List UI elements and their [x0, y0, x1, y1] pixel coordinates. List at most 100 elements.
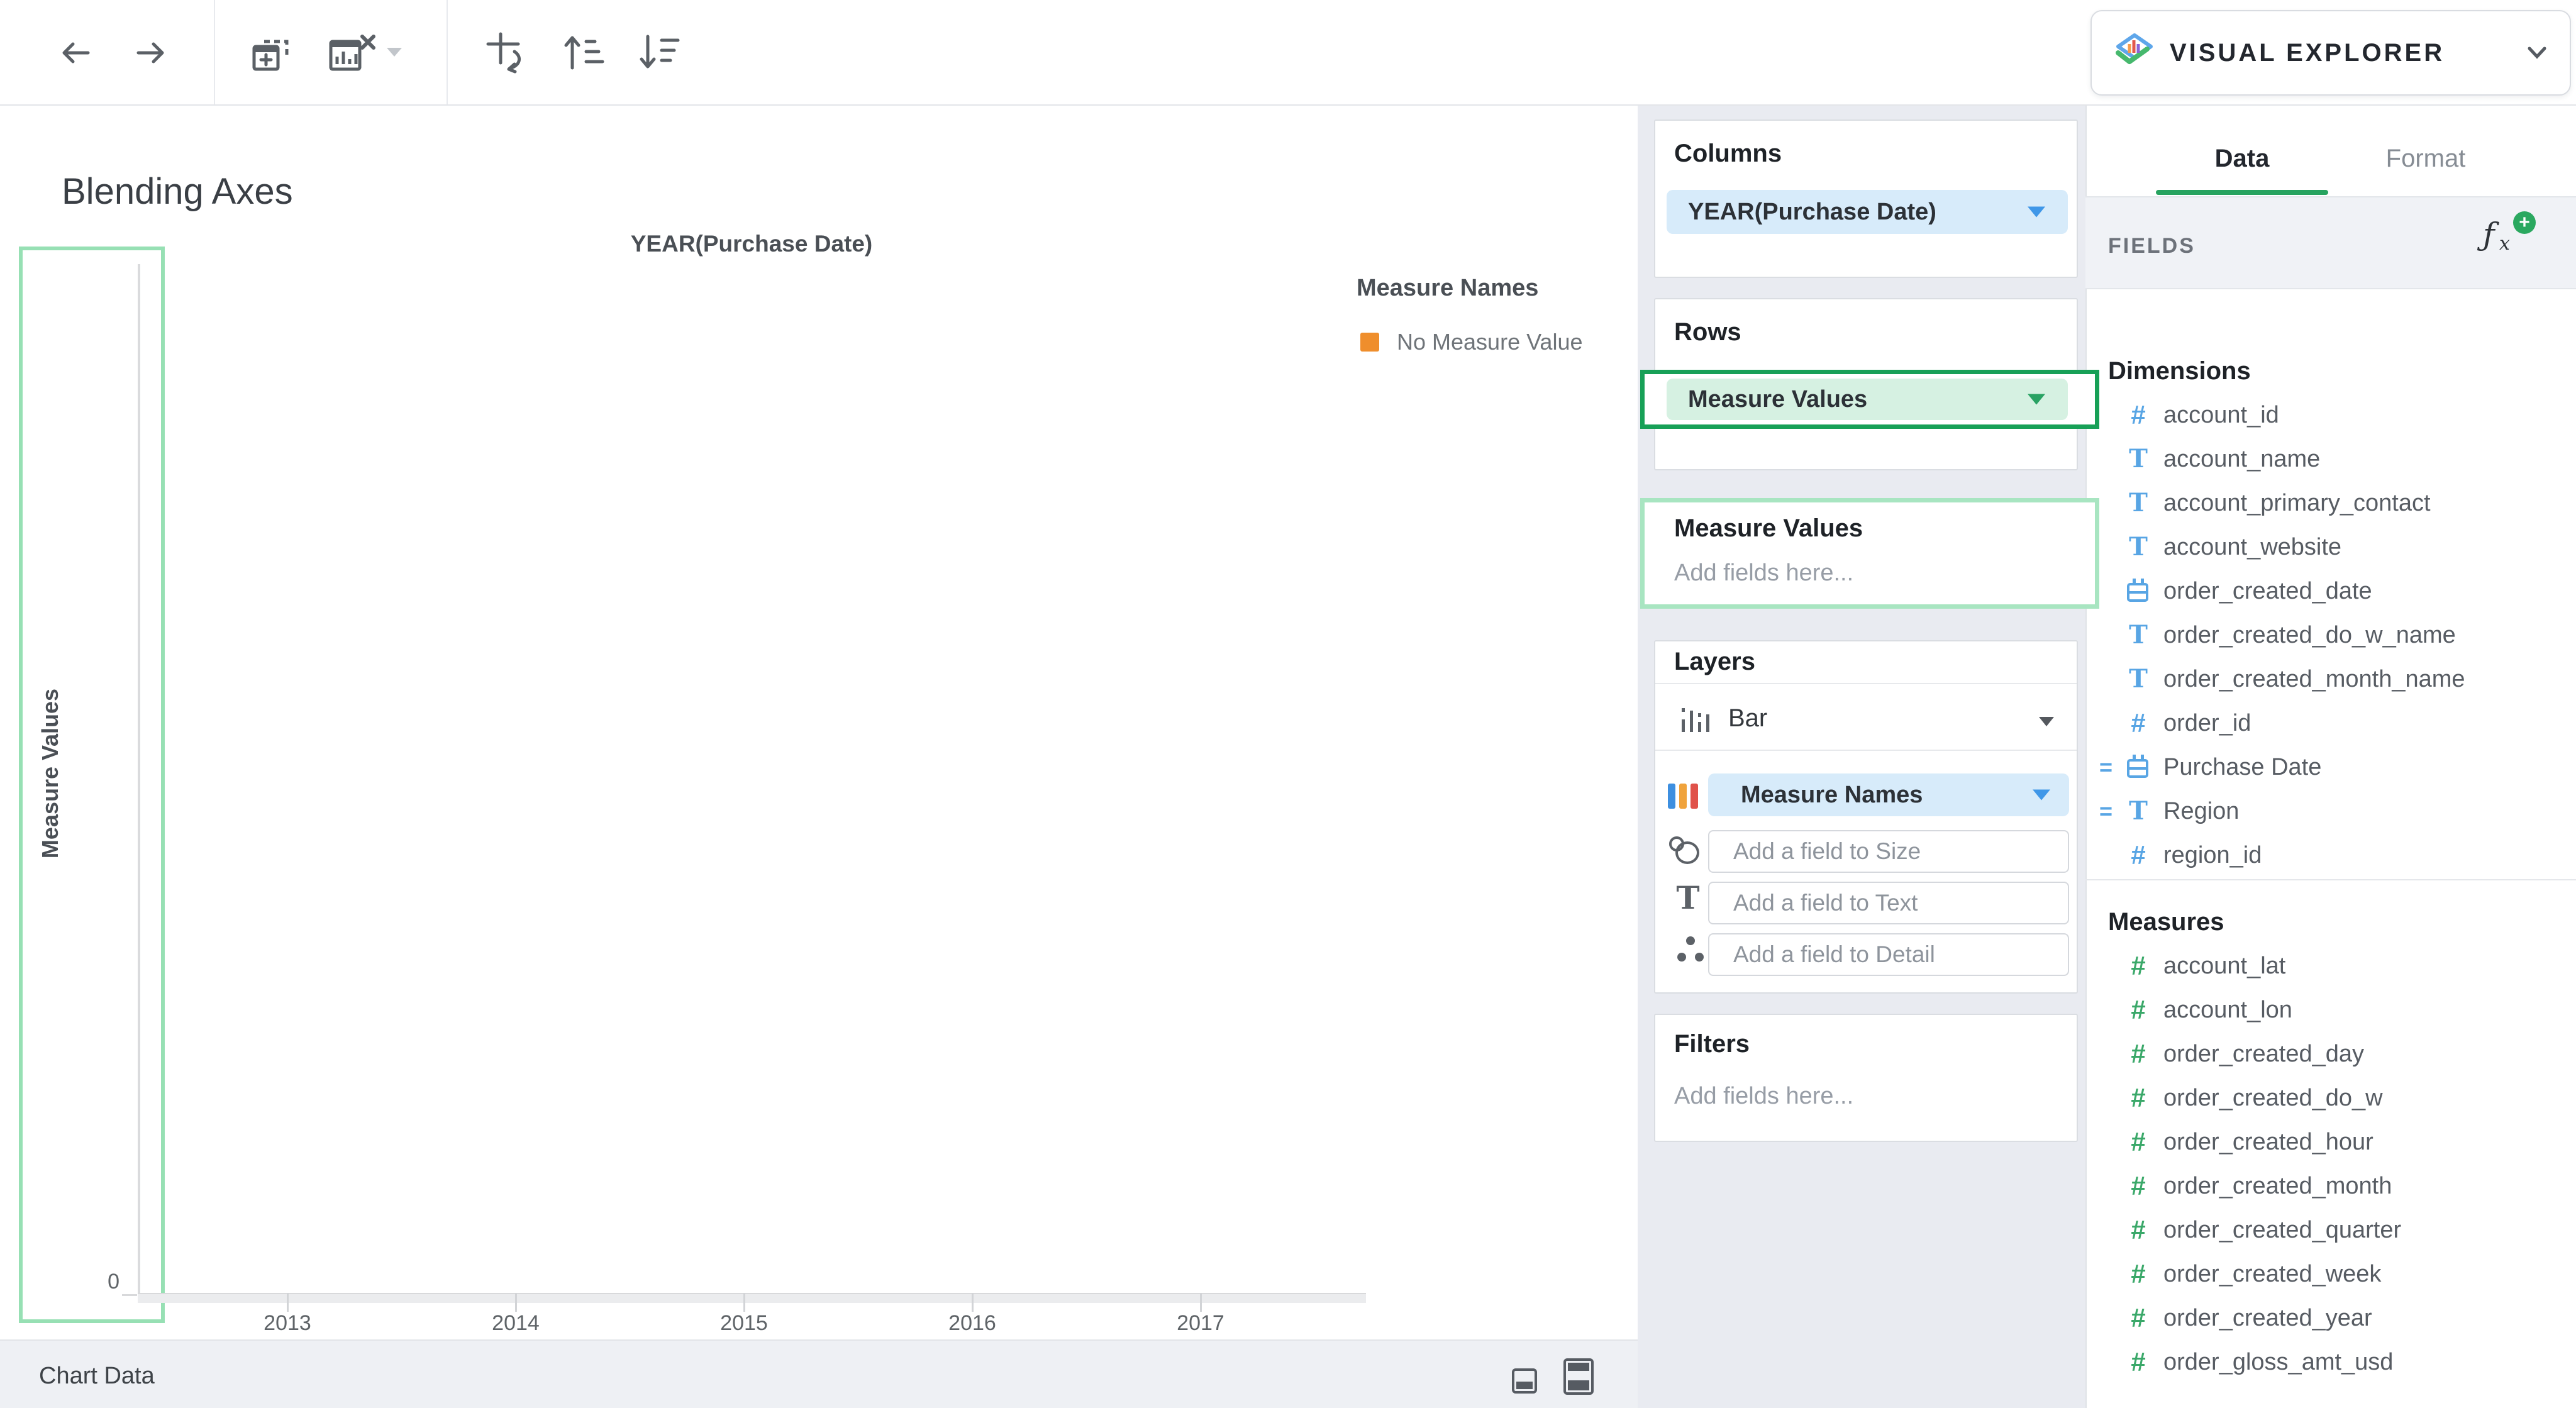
forward-arrow-icon[interactable] [131, 33, 171, 73]
field-name: order_gloss_amt_usd [2163, 1349, 2393, 1376]
clear-chart-caret-icon[interactable] [385, 45, 404, 59]
field-list-item[interactable]: = Region [2085, 789, 2576, 833]
field-type-icon [2124, 1170, 2152, 1202]
field-type-icon [2124, 1302, 2152, 1334]
sort-descending-icon[interactable] [636, 31, 682, 73]
text-field-input[interactable]: Add a field to Text [1708, 882, 2069, 924]
field-list-item[interactable]: order_created_month_name [2085, 657, 2576, 701]
field-name: account_website [2163, 534, 2341, 561]
field-list-item[interactable]: account_lon [2085, 988, 2576, 1032]
columns-shelf-title: Columns [1674, 140, 1782, 168]
sort-ascending-icon[interactable] [561, 31, 606, 73]
measures-list: account_lat account_lon order_created_da… [2085, 944, 2576, 1384]
legend-title: Measure Names [1357, 275, 1538, 302]
field-name: account_name [2163, 446, 2320, 473]
field-type-icon [2124, 1258, 2152, 1290]
expand-panel-icon[interactable] [1563, 1358, 1594, 1395]
field-name: account_lon [2163, 997, 2292, 1024]
field-list-item[interactable]: order_created_week [2085, 1252, 2576, 1296]
rows-shelf-title: Rows [1674, 318, 1741, 346]
field-list-item[interactable]: order_created_date [2085, 569, 2576, 613]
size-encoding-icon [1668, 834, 1701, 867]
field-list-item[interactable]: order_created_quarter [2085, 1208, 2576, 1252]
field-list-item[interactable]: order_created_month [2085, 1164, 2576, 1208]
filters-placeholder: Add fields here... [1674, 1083, 1853, 1110]
clear-chart-icon[interactable] [327, 31, 376, 74]
x-axis-title: YEAR(Purchase Date) [631, 231, 873, 257]
detail-field-input[interactable]: Add a field to Detail [1708, 933, 2069, 976]
legend: No Measure Value [1360, 330, 1583, 355]
field-list-item[interactable]: order_created_hour [2085, 1120, 2576, 1164]
swap-axes-icon[interactable] [482, 30, 528, 75]
field-name: order_created_date [2163, 578, 2372, 605]
field-list-item[interactable]: region_id [2085, 833, 2576, 877]
field-type-icon [2124, 839, 2152, 872]
field-name: order_created_do_w [2163, 1085, 2383, 1112]
measure-values-title: Measure Values [1674, 514, 1863, 543]
mark-type-label[interactable]: Bar [1728, 704, 1767, 733]
app-switcher-button[interactable]: VISUAL EXPLORER [2090, 10, 2571, 96]
field-type-icon [2124, 751, 2152, 784]
field-name: order_id [2163, 710, 2251, 737]
field-name: account_id [2163, 402, 2279, 429]
field-name: region_id [2163, 842, 2262, 869]
field-list-item[interactable]: account_id [2085, 393, 2576, 437]
sheet-title: Blending Axes [62, 170, 293, 213]
calculated-field-equals-icon: = [2099, 754, 2112, 780]
pill-caret-icon[interactable] [2033, 790, 2050, 801]
fx-glyph: ƒ [2483, 216, 2495, 253]
field-list-item[interactable]: order_created_year [2085, 1296, 2576, 1340]
x-axis-tick-mark [972, 1293, 974, 1312]
size-field-input[interactable]: Add a field to Size [1708, 830, 2069, 873]
field-list-item[interactable]: order_gloss_amt_usd [2085, 1340, 2576, 1384]
x-axis-tick-label: 2014 [492, 1311, 540, 1336]
field-type-icon [2124, 1038, 2152, 1070]
y-axis-line [138, 264, 140, 1300]
field-list-item[interactable]: account_lat [2085, 944, 2576, 988]
toolbar-separator [214, 0, 215, 104]
pill-label: Measure Names [1741, 782, 1923, 809]
field-type-icon [2124, 399, 2152, 431]
color-encoding-icon [1667, 780, 1702, 812]
field-list-item[interactable]: account_primary_contact [2085, 481, 2576, 525]
field-list-item[interactable]: order_id [2085, 701, 2576, 745]
measure-values-placeholder: Add fields here... [1674, 560, 1853, 587]
color-pill-measure-names[interactable]: Measure Names [1708, 773, 2069, 816]
field-list-item[interactable]: order_created_day [2085, 1032, 2576, 1076]
add-calculated-field-icon[interactable]: ƒ x + [2483, 216, 2552, 260]
field-type-icon [2124, 487, 2152, 519]
field-list-item[interactable]: order_created_do_w [2085, 1076, 2576, 1120]
active-tab-underline [2156, 190, 2328, 195]
x-axis-tick-label: 2016 [948, 1311, 996, 1336]
field-name: order_created_month_name [2163, 666, 2465, 693]
text-encoding-icon: T [1672, 879, 1704, 917]
field-list-item[interactable]: order_created_do_w_name [2085, 613, 2576, 657]
divider [1655, 683, 2077, 684]
tab-format[interactable]: Format [2347, 145, 2504, 173]
field-list-item[interactable]: account_name [2085, 437, 2576, 481]
calculated-field-equals-icon: = [2099, 798, 2112, 824]
pill-caret-icon[interactable] [2028, 207, 2045, 218]
legend-item[interactable]: No Measure Value [1360, 330, 1583, 355]
field-list-item[interactable]: = Purchase Date [2085, 745, 2576, 789]
field-list-item[interactable]: account_website [2085, 525, 2576, 569]
field-name: order_created_quarter [2163, 1217, 2401, 1244]
field-type-icon [2124, 994, 2152, 1026]
duplicate-chart-icon[interactable] [250, 34, 292, 73]
x-axis-tick-mark [515, 1293, 517, 1312]
divider [2085, 879, 2576, 880]
bar-chart-type-icon [1680, 699, 1714, 732]
pill-caret-icon[interactable] [2028, 394, 2045, 405]
field-type-icon [2124, 950, 2152, 982]
rows-pill-measure-values[interactable]: Measure Values [1667, 379, 2068, 420]
collapse-panel-icon[interactable] [1512, 1368, 1537, 1394]
columns-pill-year-purchase-date[interactable]: YEAR(Purchase Date) [1667, 190, 2068, 234]
x-axis-line [138, 1293, 1366, 1303]
x-axis-tick-mark [1200, 1293, 1202, 1312]
tab-data[interactable]: Data [2163, 145, 2321, 173]
back-arrow-icon[interactable] [55, 33, 96, 73]
mark-type-caret-icon[interactable] [2039, 717, 2054, 726]
field-name: Purchase Date [2163, 754, 2321, 781]
field-type-icon [2124, 1346, 2152, 1378]
field-type-icon [2124, 1082, 2152, 1114]
